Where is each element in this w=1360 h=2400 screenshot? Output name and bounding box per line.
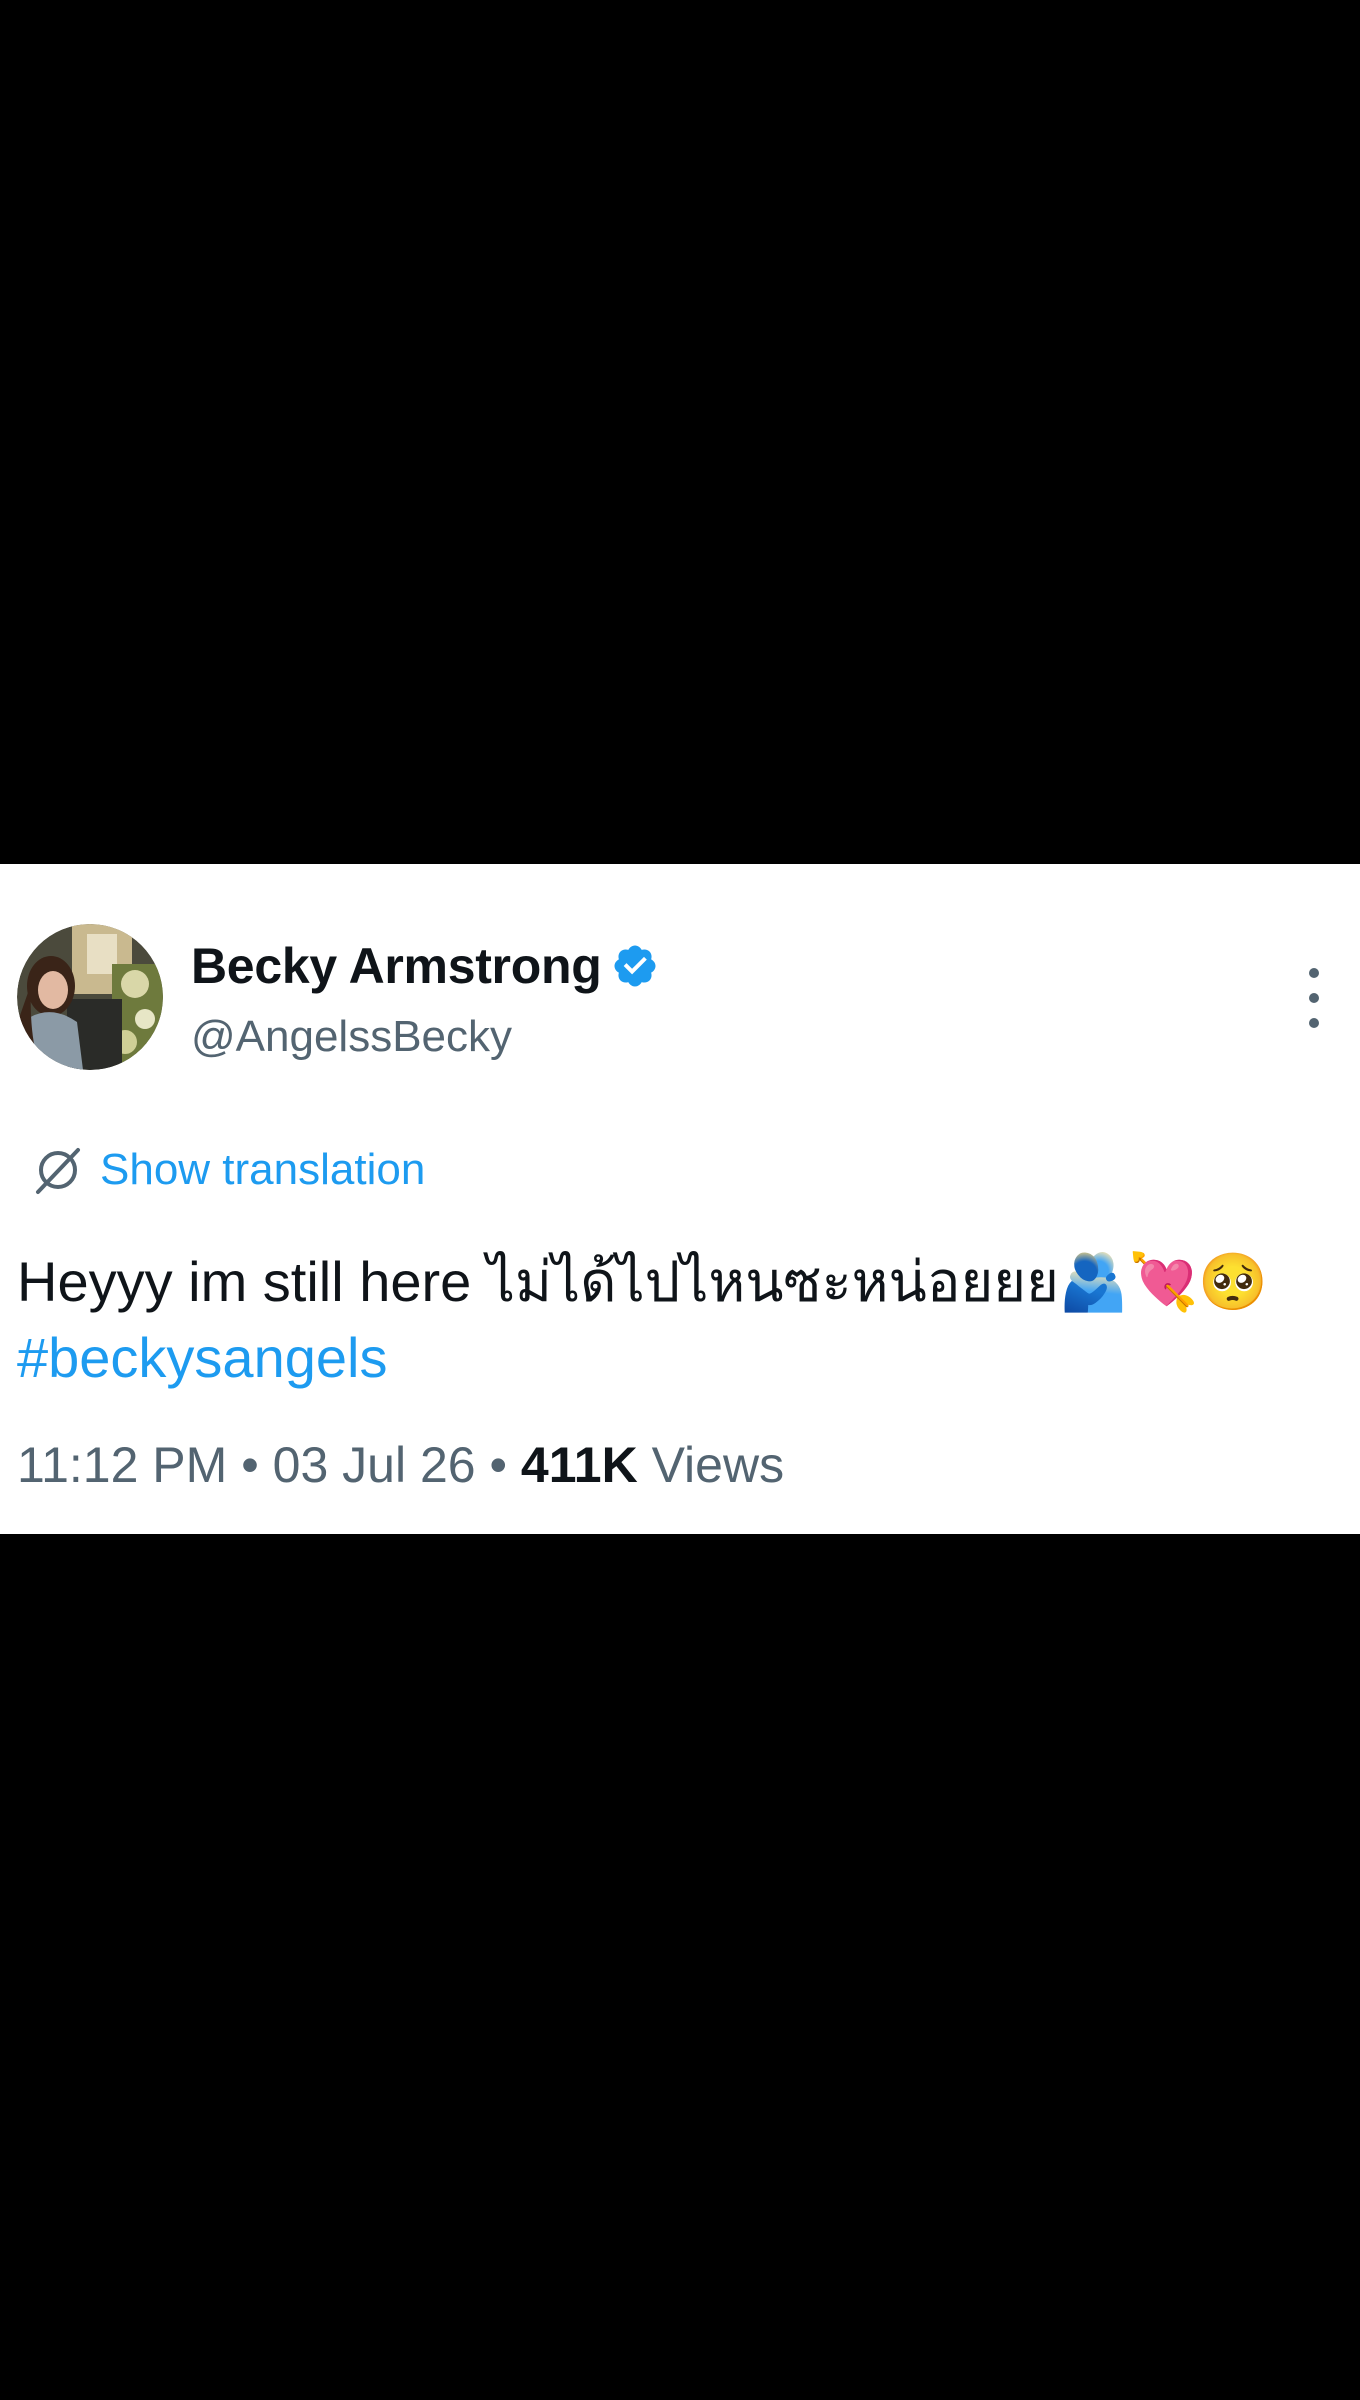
screen: Becky Armstrong @AngelssBecky Show trans…: [0, 0, 1360, 2400]
views-count[interactable]: 411K: [521, 1437, 638, 1493]
author-handle[interactable]: @AngelssBecky: [191, 1012, 512, 1062]
globe-slash-icon: [36, 1148, 80, 1194]
meta-separator: •: [489, 1437, 507, 1493]
display-name[interactable]: Becky Armstrong: [191, 937, 602, 995]
author-name-row[interactable]: Becky Armstrong: [191, 934, 659, 998]
tweet-body: Heyyy im still here ไม่ได้ไปไหนซะหน่อยยย…: [17, 1250, 1269, 1313]
tweet-date[interactable]: 03 Jul 26: [273, 1437, 476, 1493]
tweet-time[interactable]: 11:12 PM: [17, 1437, 227, 1493]
show-translation-button[interactable]: Show translation: [32, 1140, 425, 1200]
tweet-card[interactable]: Becky Armstrong @AngelssBecky Show trans…: [0, 864, 1360, 1534]
meta-separator: •: [241, 1437, 259, 1493]
tweet-meta: 11:12 PM • 03 Jul 26 • 411K Views: [17, 1436, 784, 1494]
verified-badge-icon: [614, 945, 656, 987]
more-vertical-icon-dot: [1309, 993, 1319, 1003]
avatar[interactable]: [17, 924, 163, 1070]
more-options-button[interactable]: [1296, 968, 1332, 1028]
more-vertical-icon: [1309, 968, 1319, 978]
avatar-image: [17, 924, 163, 1070]
more-vertical-icon-dot: [1309, 1018, 1319, 1028]
views-label[interactable]: Views: [652, 1437, 784, 1493]
hashtag-link[interactable]: #beckysangels: [17, 1326, 387, 1389]
tweet-text: Heyyy im still here ไม่ได้ไปไหนซะหน่อยยย…: [17, 1244, 1337, 1396]
show-translation-label: Show translation: [100, 1145, 426, 1194]
